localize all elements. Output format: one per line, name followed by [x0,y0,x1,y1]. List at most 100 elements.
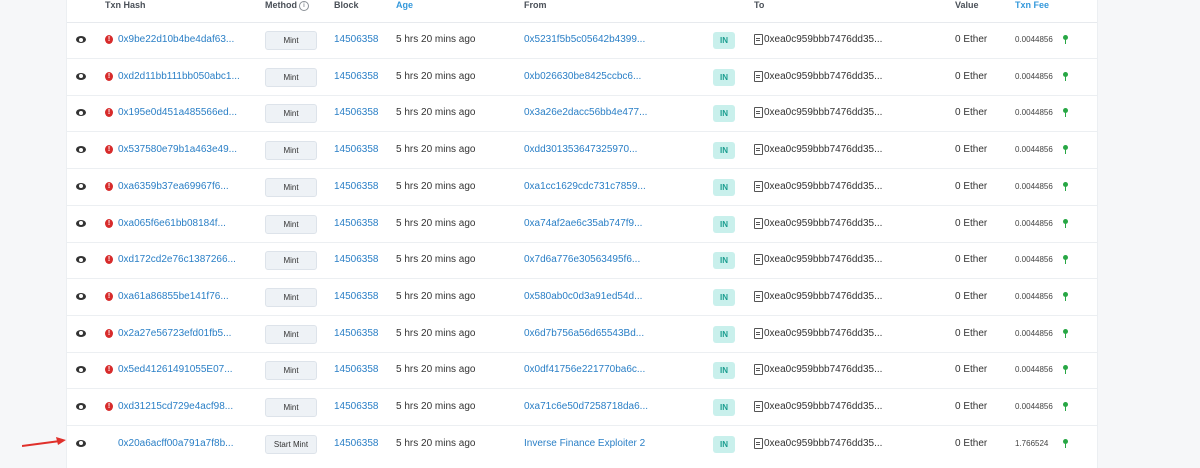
block-link[interactable]: 14506358 [334,401,390,413]
table-row: ! 0x2a27e56723efd01fb5... Mint 14506358 … [67,316,1097,353]
txn-hash-link[interactable]: 0x9be22d10b4be4daf63... [118,34,246,46]
gas-icon[interactable] [1063,108,1068,118]
txn-hash-link[interactable]: 0xd172cd2e76c1387266... [118,254,246,266]
to-address-link[interactable]: 0xea0c959bbb7476dd35... [764,401,899,413]
transactions-table: Txn Hash Method i Block Age From To Value… [66,0,1098,468]
gas-icon[interactable] [1063,35,1068,44]
txn-hash-link[interactable]: 0xa6359b37ea69967f6... [118,181,246,193]
age-text: 5 hrs 20 mins ago [396,144,476,156]
from-address-link[interactable]: 0xa71c6e50d7258718da6... [524,401,674,413]
from-address-link[interactable]: 0xb026630be8425ccbc6... [524,71,674,83]
from-address-link[interactable]: 0x6d7b756a56d65543Bd... [524,328,674,340]
block-link[interactable]: 14506358 [334,107,390,119]
txn-hash-link[interactable]: 0xa61a86855be141f76... [118,291,246,303]
value-text: 0 Ether [955,107,988,119]
contract-icon [754,217,763,229]
to-address-link[interactable]: 0xea0c959bbb7476dd35... [764,71,899,83]
table-row: ! 0x195e0d451a485566ed... Mint 14506358 … [67,95,1097,133]
block-link[interactable]: 14506358 [334,71,390,83]
eye-icon[interactable] [76,403,86,410]
gas-icon[interactable] [1063,145,1068,155]
from-address-link[interactable]: 0x580ab0c0d3a91ed54d... [524,291,674,303]
header-block: Block [334,0,359,10]
eye-icon[interactable] [76,439,86,447]
gas-icon[interactable] [1063,71,1068,81]
block-link[interactable]: 14506358 [334,254,390,266]
from-address-link[interactable]: 0x3a26e2dacc56bb4e477... [524,107,674,119]
gas-icon[interactable] [1063,218,1068,228]
gas-icon[interactable] [1063,181,1068,191]
block-link[interactable]: 14506358 [334,181,390,193]
txn-fee-text: 0.0044856 [1015,181,1053,191]
txn-hash-link[interactable]: 0xd2d11bb111bb050abc1... [118,71,246,83]
eye-icon[interactable] [76,292,86,300]
txn-hash-link[interactable]: 0xd31215cd729e4acf98... [118,401,246,413]
table-row: ! 0xa065f6e61bb08184f... Mint 14506358 5… [67,206,1097,243]
eye-icon[interactable] [76,182,86,190]
to-address-link[interactable]: 0xea0c959bbb7476dd35... [764,254,899,266]
to-address-link[interactable]: 0xea0c959bbb7476dd35... [764,34,899,46]
to-address-link[interactable]: 0xea0c959bbb7476dd35... [764,438,899,450]
eye-icon[interactable] [76,72,86,80]
to-address-link[interactable]: 0xea0c959bbb7476dd35... [764,291,899,303]
to-address-link[interactable]: 0xea0c959bbb7476dd35... [764,181,899,193]
eye-icon[interactable] [76,256,86,264]
age-text: 5 hrs 20 mins ago [396,180,476,192]
from-address-link[interactable]: Inverse Finance Exploiter 2 [524,438,704,450]
eye-icon[interactable] [76,366,86,374]
gas-icon[interactable] [1063,365,1068,375]
txn-hash-link[interactable]: 0x537580e79b1a463e49... [118,144,246,156]
header-txn-fee[interactable]: Txn Fee [1015,0,1049,10]
eye-icon[interactable] [76,36,86,43]
eye-icon[interactable] [76,109,86,117]
contract-icon [754,180,763,192]
txn-fee-text: 0.0044856 [1015,402,1053,411]
gas-icon[interactable] [1063,438,1068,448]
eye-icon[interactable] [76,146,86,154]
to-address-link[interactable]: 0xea0c959bbb7476dd35... [764,364,899,376]
block-link[interactable]: 14506358 [334,144,390,156]
info-icon[interactable]: i [299,1,309,11]
gas-icon[interactable] [1063,255,1068,265]
age-text: 5 hrs 20 mins ago [396,107,476,119]
block-link[interactable]: 14506358 [334,438,390,450]
header-txn-hash: Txn Hash [105,0,146,10]
from-address-link[interactable]: 0x7d6a776e30563495f6... [524,254,674,266]
txn-hash-link[interactable]: 0x5ed41261491055E07... [118,364,246,376]
block-link[interactable]: 14506358 [334,364,390,376]
table-row: ! 0x9be22d10b4be4daf63... Mint 14506358 … [67,22,1097,59]
age-text: 5 hrs 20 mins ago [396,364,476,376]
error-icon: ! [105,218,113,228]
header-to: To [754,0,765,10]
block-link[interactable]: 14506358 [334,291,390,303]
header-age[interactable]: Age [396,0,413,10]
from-address-link[interactable]: 0xdd301353647325970... [524,144,674,156]
block-link[interactable]: 14506358 [334,328,390,340]
to-address-link[interactable]: 0xea0c959bbb7476dd35... [764,218,899,230]
gas-icon[interactable] [1063,402,1068,411]
from-address-link[interactable]: 0xa1cc1629cdc731c7859... [524,181,674,193]
txn-hash-link[interactable]: 0x20a6acff00a791a7f8b... [118,438,246,450]
from-address-link[interactable]: 0x0df41756e221770ba6c... [524,364,674,376]
to-address-link[interactable]: 0xea0c959bbb7476dd35... [764,107,899,119]
eye-icon[interactable] [76,219,86,227]
table-row: ! 0xd2d11bb111bb050abc1... Mint 14506358… [67,59,1097,96]
table-row: ! 0xd172cd2e76c1387266... Mint 14506358 … [67,242,1097,280]
from-address-link[interactable]: 0xa74af2ae6c35ab747f9... [524,218,674,230]
header-from: From [524,0,547,10]
to-address-link[interactable]: 0xea0c959bbb7476dd35... [764,328,899,340]
txn-hash-link[interactable]: 0x2a27e56723efd01fb5... [118,328,246,340]
contract-icon [754,254,763,266]
txn-hash-link[interactable]: 0xa065f6e61bb08184f... [118,218,246,230]
eye-icon[interactable] [76,329,86,337]
gas-icon[interactable] [1063,328,1068,338]
to-address-link[interactable]: 0xea0c959bbb7476dd35... [764,144,899,156]
from-address-link[interactable]: 0x5231f5b5c05642b4399... [524,34,674,46]
txn-hash-link[interactable]: 0x195e0d451a485566ed... [118,107,246,119]
method-badge: Mint [265,361,317,381]
contract-icon [754,144,763,156]
block-link[interactable]: 14506358 [334,34,390,46]
gas-icon[interactable] [1063,291,1068,301]
block-link[interactable]: 14506358 [334,218,390,230]
contract-icon [754,364,763,376]
